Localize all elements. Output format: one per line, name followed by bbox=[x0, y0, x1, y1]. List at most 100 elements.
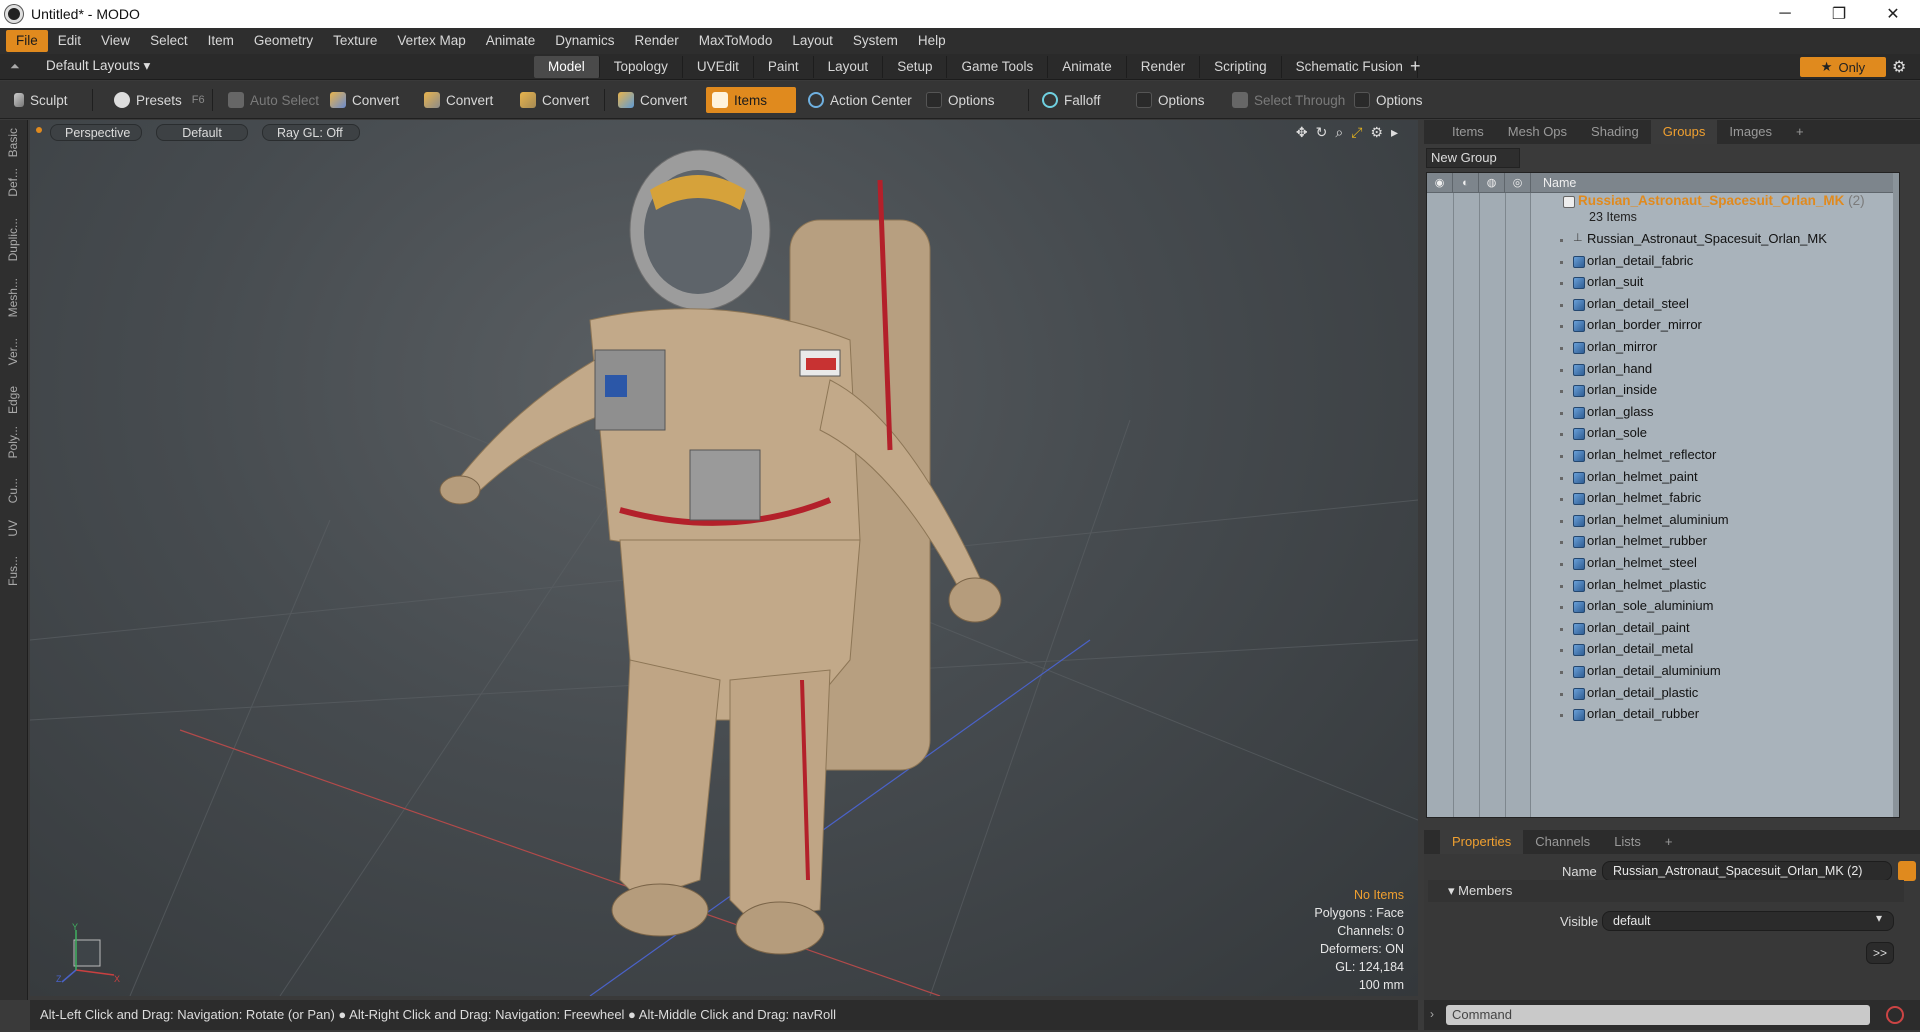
sculpt-button[interactable]: Sculpt bbox=[8, 87, 74, 113]
convert-button-2[interactable]: Convert bbox=[418, 87, 499, 113]
group-name-field[interactable]: Russian_Astronaut_Spacesuit_Orlan_MK (2) bbox=[1602, 861, 1892, 881]
minimize-button[interactable]: ─ bbox=[1758, 0, 1812, 28]
new-group-button[interactable]: New Group bbox=[1426, 148, 1520, 168]
add-panel-tab-button[interactable]: + bbox=[1784, 120, 1816, 144]
tab-channels[interactable]: Channels bbox=[1523, 830, 1602, 854]
raygl-dropdown[interactable]: Ray GL: Off bbox=[262, 124, 360, 141]
presets-button[interactable]: Presets F6 bbox=[108, 87, 211, 113]
options-button-1[interactable]: Options bbox=[920, 87, 1001, 113]
group-member-row[interactable]: orlan_sole bbox=[1427, 425, 1899, 447]
menu-item[interactable]: Item bbox=[198, 30, 244, 52]
record-icon[interactable] bbox=[1886, 1006, 1904, 1024]
more-button[interactable]: >> bbox=[1866, 942, 1894, 964]
group-row[interactable]: Russian_Astronaut_Spacesuit_Orlan_MK (2)… bbox=[1427, 193, 1899, 229]
group-member-row[interactable]: orlan_border_mirror bbox=[1427, 317, 1899, 339]
groups-list-scrollbar[interactable] bbox=[1893, 173, 1899, 817]
tab-duplicate[interactable]: Duplic... bbox=[6, 218, 20, 261]
menu-render[interactable]: Render bbox=[625, 30, 689, 52]
group-member-row[interactable]: orlan_detail_rubber bbox=[1427, 706, 1899, 728]
add-tab-button[interactable]: + bbox=[1410, 56, 1421, 77]
group-member-row[interactable]: orlan_inside bbox=[1427, 382, 1899, 404]
tab-paint[interactable]: Paint bbox=[754, 56, 814, 78]
eye-icon[interactable]: ◉ bbox=[1427, 173, 1453, 193]
shading-dropdown[interactable]: Default bbox=[156, 124, 248, 141]
tab-shading[interactable]: Shading bbox=[1579, 120, 1651, 144]
name-options-button[interactable] bbox=[1898, 861, 1916, 881]
action-center-button[interactable]: Action Center bbox=[802, 87, 918, 113]
group-member-row[interactable]: orlan_helmet_reflector bbox=[1427, 447, 1899, 469]
group-member-row[interactable]: orlan_glass bbox=[1427, 404, 1899, 426]
menu-file[interactable]: File bbox=[6, 30, 48, 52]
tab-fusion[interactable]: Fus... bbox=[6, 556, 20, 586]
up-arrow-icon[interactable]: ⏶ bbox=[10, 59, 24, 73]
maximize-button[interactable]: ❐ bbox=[1812, 0, 1866, 28]
tab-scripting[interactable]: Scripting bbox=[1200, 56, 1282, 78]
convert-button-3[interactable]: Convert bbox=[514, 87, 595, 113]
tab-polygon[interactable]: Poly... bbox=[6, 426, 20, 458]
falloff-button[interactable]: Falloff bbox=[1036, 87, 1107, 113]
tab-topology[interactable]: Topology bbox=[600, 56, 683, 78]
select-icon[interactable]: ◎ bbox=[1505, 173, 1531, 193]
gear-icon[interactable]: ⚙ bbox=[1892, 57, 1906, 77]
tab-mesh-ops[interactable]: Mesh Ops bbox=[1496, 120, 1579, 144]
group-member-row[interactable]: orlan_detail_aluminium bbox=[1427, 663, 1899, 685]
members-section[interactable]: ▾ Members bbox=[1428, 880, 1904, 902]
group-member-row[interactable]: orlan_sole_aluminium bbox=[1427, 598, 1899, 620]
tab-animate[interactable]: Animate bbox=[1048, 56, 1127, 78]
group-member-row[interactable]: orlan_suit bbox=[1427, 274, 1899, 296]
tab-layout[interactable]: Layout bbox=[814, 56, 884, 78]
tab-setup[interactable]: Setup bbox=[883, 56, 948, 78]
visible-dropdown[interactable]: default bbox=[1602, 911, 1894, 931]
render-icon[interactable]: ◐ bbox=[1453, 173, 1479, 193]
tab-schematic-fusion[interactable]: Schematic Fusion bbox=[1282, 56, 1418, 78]
default-layouts-dropdown[interactable]: Default Layouts ▾ bbox=[46, 58, 150, 74]
auto-select-button[interactable]: Auto Select bbox=[222, 87, 325, 113]
menu-layout[interactable]: Layout bbox=[782, 30, 843, 52]
zoom-icon[interactable]: ⌕ bbox=[1335, 124, 1343, 141]
tab-mesh[interactable]: Mesh... bbox=[6, 278, 20, 317]
items-mode-button[interactable]: Items bbox=[706, 87, 796, 113]
fit-icon[interactable]: ⤢ bbox=[1351, 124, 1362, 141]
menu-view[interactable]: View bbox=[91, 30, 140, 52]
tab-uv[interactable]: UV bbox=[6, 520, 20, 537]
expand-arrow-icon[interactable]: ▸ bbox=[1391, 124, 1398, 141]
menu-vertex-map[interactable]: Vertex Map bbox=[387, 30, 475, 52]
command-input[interactable]: Command bbox=[1446, 1005, 1870, 1025]
tab-groups[interactable]: Groups bbox=[1650, 120, 1718, 144]
rotate-icon[interactable]: ↻ bbox=[1316, 124, 1328, 141]
move-icon[interactable]: ✥ bbox=[1296, 124, 1308, 141]
tab-edge[interactable]: Edge bbox=[6, 386, 20, 414]
group-member-row[interactable]: orlan_helmet_rubber bbox=[1427, 533, 1899, 555]
menu-edit[interactable]: Edit bbox=[48, 30, 91, 52]
select-through-button[interactable]: Select Through bbox=[1226, 87, 1351, 113]
tab-game-tools[interactable]: Game Tools bbox=[947, 56, 1049, 78]
add-properties-tab-button[interactable]: + bbox=[1653, 830, 1685, 854]
group-member-row[interactable]: orlan_helmet_fabric bbox=[1427, 490, 1899, 512]
menu-system[interactable]: System bbox=[843, 30, 908, 52]
group-member-row[interactable]: orlan_helmet_aluminium bbox=[1427, 512, 1899, 534]
tab-basic[interactable]: Basic bbox=[6, 128, 20, 157]
close-button[interactable]: ✕ bbox=[1866, 0, 1920, 28]
menu-select[interactable]: Select bbox=[140, 30, 198, 52]
group-member-row[interactable]: orlan_detail_fabric bbox=[1427, 253, 1899, 275]
tab-vertex[interactable]: Ver... bbox=[6, 338, 20, 365]
group-member-row[interactable]: orlan_helmet_steel bbox=[1427, 555, 1899, 577]
3d-viewport[interactable]: Perspective Default Ray GL: Off ✥ ↻ ⌕ ⤢ … bbox=[30, 120, 1418, 996]
perspective-dropdown[interactable]: Perspective bbox=[50, 124, 142, 141]
settings-icon[interactable]: ⚙ bbox=[1370, 124, 1383, 141]
options-button-3[interactable]: Options bbox=[1348, 87, 1429, 113]
group-member-row[interactable]: orlan_helmet_paint bbox=[1427, 469, 1899, 491]
menu-dynamics[interactable]: Dynamics bbox=[545, 30, 624, 52]
tab-curve[interactable]: Cu... bbox=[6, 478, 20, 503]
group-member-row[interactable]: orlan_detail_paint bbox=[1427, 620, 1899, 642]
menu-help[interactable]: Help bbox=[908, 30, 956, 52]
convert-button-1[interactable]: Convert bbox=[324, 87, 405, 113]
lock-icon[interactable]: ◍ bbox=[1479, 173, 1505, 193]
menu-geometry[interactable]: Geometry bbox=[244, 30, 323, 52]
group-member-row[interactable]: orlan_helmet_plastic bbox=[1427, 577, 1899, 599]
group-member-row[interactable]: orlan_hand bbox=[1427, 361, 1899, 383]
group-member-row[interactable]: orlan_detail_steel bbox=[1427, 296, 1899, 318]
only-toggle[interactable]: ★ Only bbox=[1800, 57, 1886, 77]
tab-uvedit[interactable]: UVEdit bbox=[683, 56, 754, 78]
group-member-row[interactable]: orlan_detail_metal bbox=[1427, 641, 1899, 663]
